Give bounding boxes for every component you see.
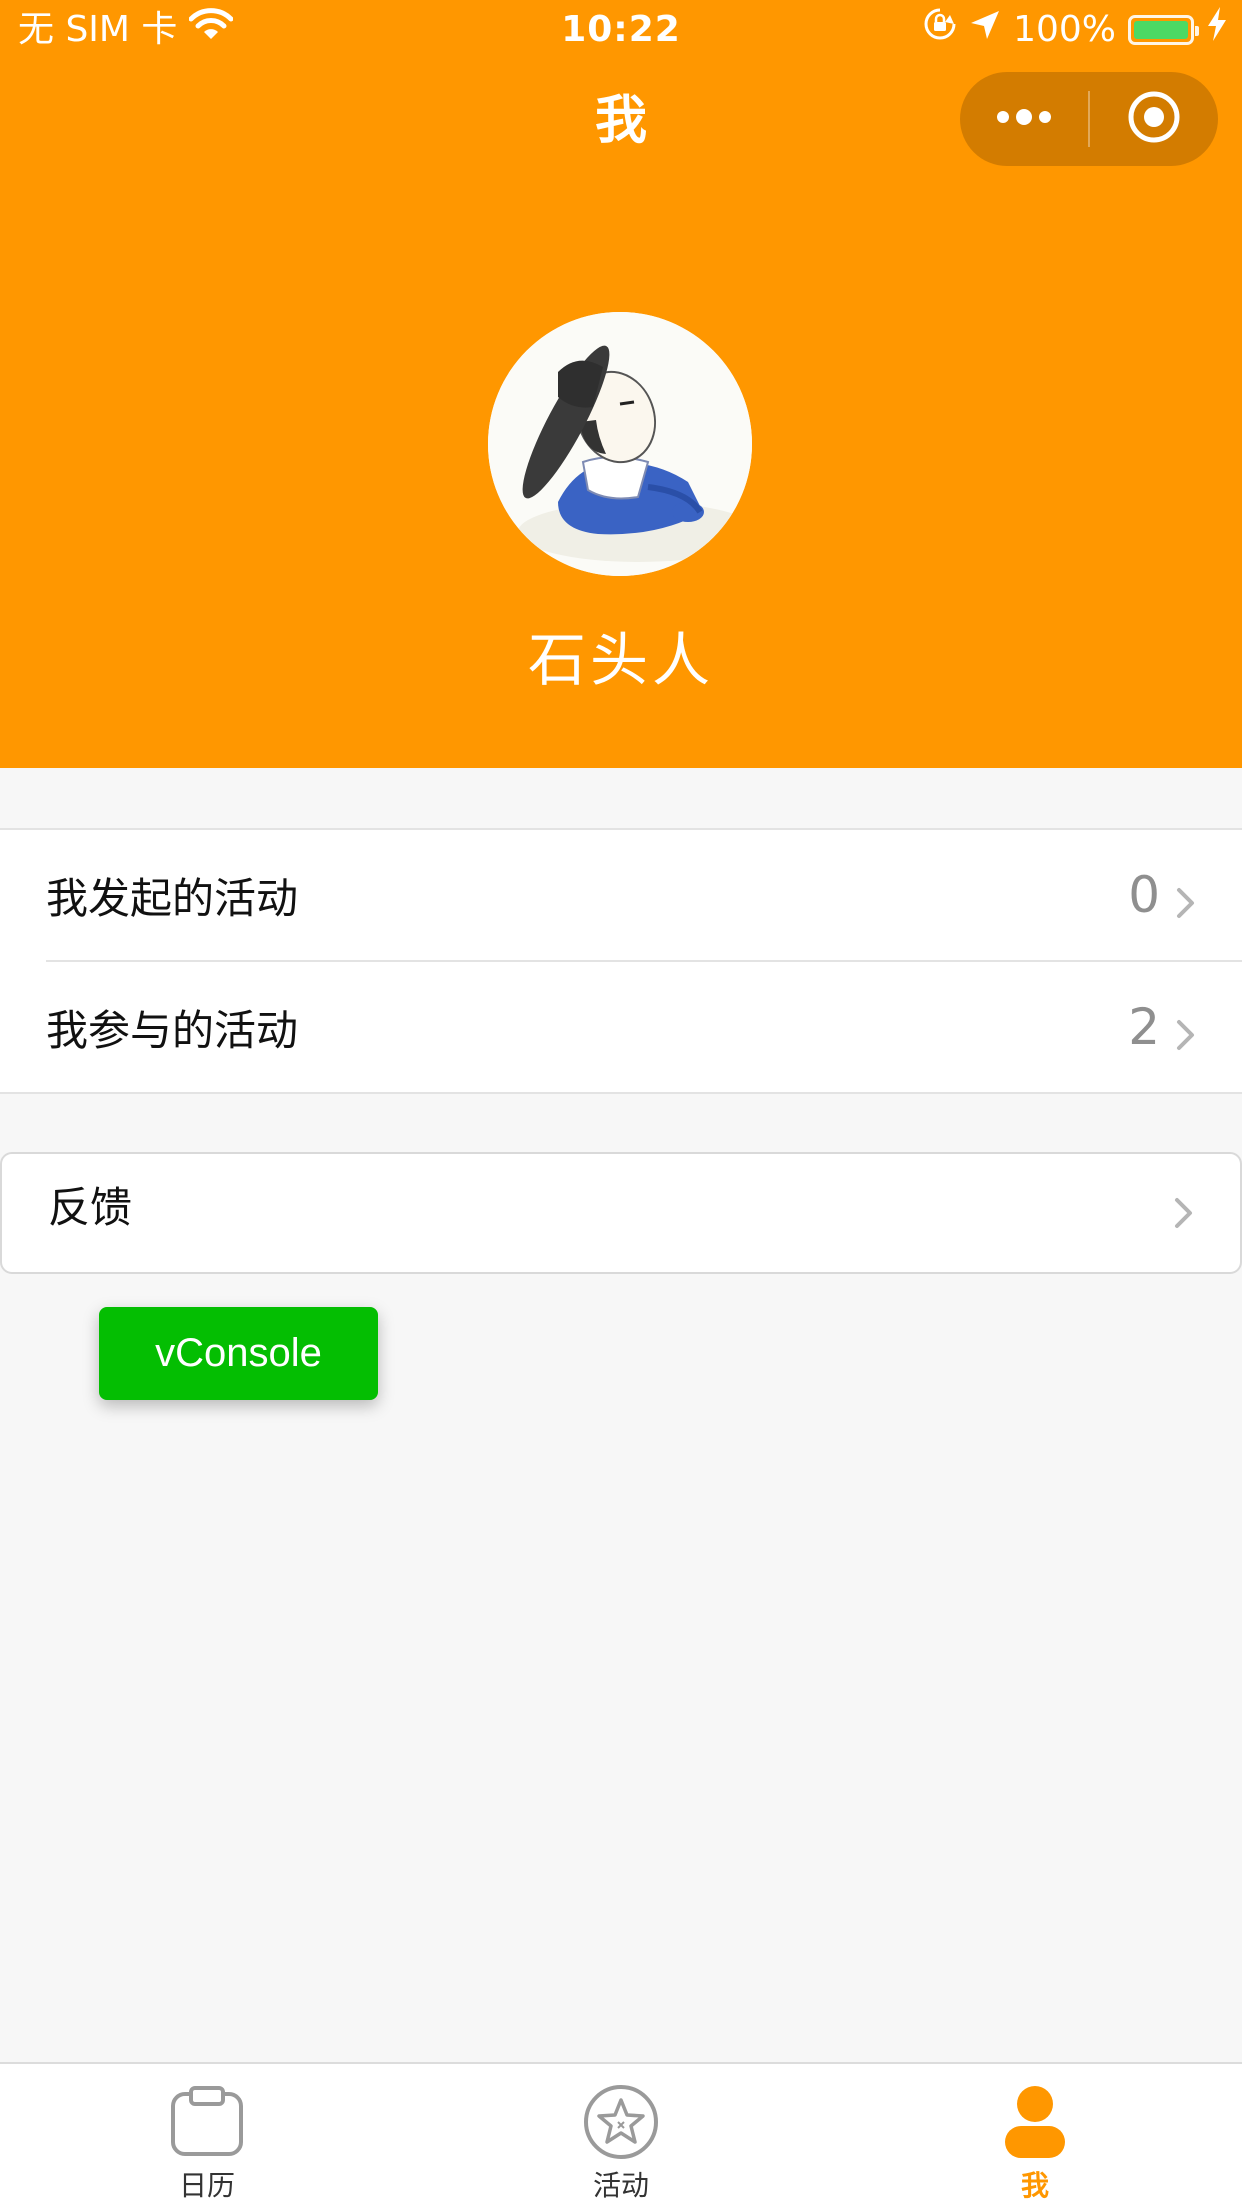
tab-label: 我: [1020, 2169, 1049, 2202]
orientation-lock-icon: [923, 0, 957, 60]
feedback-button[interactable]: 反馈: [0, 1152, 1242, 1274]
mini-program-capsule: [960, 72, 1218, 166]
tab-bar: 日历 活动 我: [0, 2062, 1242, 2208]
tab-calendar[interactable]: 日历: [0, 2064, 414, 2208]
tab-label: 日历: [178, 2169, 235, 2202]
profile-header: 无 SIM 卡 10:22 100% 我 石头人: [0, 0, 1242, 768]
battery-percent: 100%: [1013, 9, 1116, 50]
battery-icon: [1128, 15, 1199, 45]
user-name: 石头人: [527, 626, 714, 694]
more-dots-icon: [994, 107, 1054, 131]
status-bar: 无 SIM 卡 10:22 100%: [0, 0, 1242, 60]
avatar-illustration: [488, 312, 752, 576]
person-icon: [995, 2082, 1075, 2162]
avatar[interactable]: [488, 312, 752, 576]
list-item-label: 我参与的活动: [46, 1005, 299, 1055]
star-badge-icon: [581, 2082, 661, 2162]
chevron-right-icon: [1176, 880, 1196, 929]
list-item-initiated-activities[interactable]: 我发起的活动 0: [0, 830, 1242, 960]
tab-label: 活动: [592, 2169, 649, 2202]
location-arrow-icon: [969, 0, 1001, 60]
close-mini-program-button[interactable]: [1090, 72, 1218, 166]
status-right: 100%: [923, 0, 1228, 60]
close-circle-icon: [1127, 90, 1181, 148]
list-item-joined-activities[interactable]: 我参与的活动 2: [46, 960, 1242, 1092]
tab-activities[interactable]: 活动: [414, 2064, 828, 2208]
chevron-right-icon: [1174, 1197, 1194, 1233]
feedback-label: 反馈: [48, 1183, 133, 1232]
list-item-label: 我发起的活动: [46, 873, 299, 923]
tab-me[interactable]: 我: [828, 2064, 1242, 2208]
more-menu-button[interactable]: [960, 72, 1088, 166]
vconsole-button[interactable]: vConsole: [99, 1307, 378, 1400]
activity-count: 2: [1128, 998, 1160, 1056]
activity-count: 0: [1128, 866, 1160, 924]
chevron-right-icon: [1176, 1012, 1196, 1061]
charging-bolt-icon: [1206, 0, 1228, 60]
battery-fill: [1134, 21, 1188, 39]
activity-list: 我发起的活动 0 我参与的活动 2: [0, 828, 1242, 1094]
calendar-icon: [167, 2082, 247, 2162]
